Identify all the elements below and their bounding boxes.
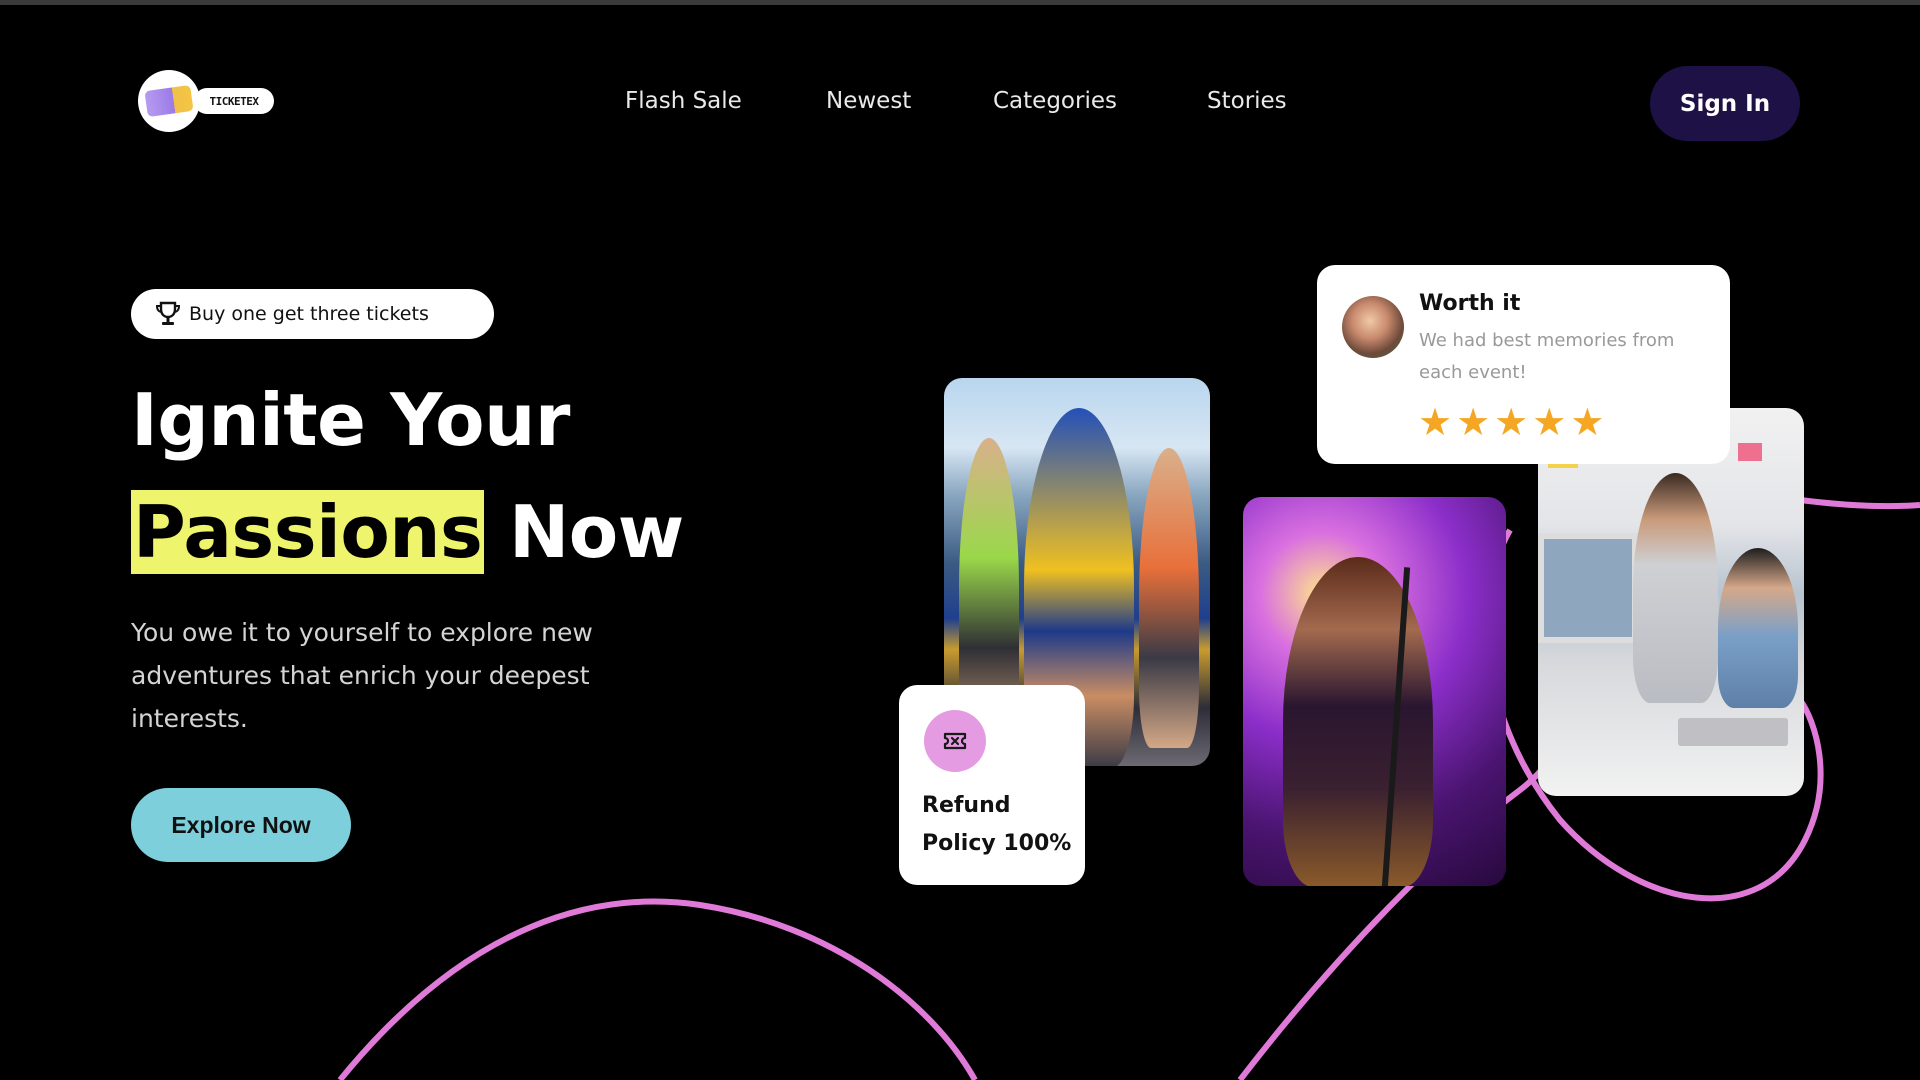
nav-categories[interactable]: Categories <box>993 88 1117 114</box>
explore-now-button[interactable]: Explore Now <box>131 788 351 862</box>
hero-description: You owe it to yourself to explore new ad… <box>131 618 593 733</box>
refund-policy-card: Refund Policy 100% <box>899 685 1085 885</box>
refund-line-2: Policy 100% <box>922 831 1072 856</box>
star-icon: ★ <box>1456 400 1491 444</box>
refund-text: Refund Policy 100% <box>922 787 1071 863</box>
star-icon: ★ <box>1532 400 1567 444</box>
star-rating: ★ ★ ★ ★ ★ <box>1418 403 1604 441</box>
refund-ticket-icon <box>924 710 986 772</box>
sign-in-button[interactable]: Sign In <box>1650 66 1800 141</box>
review-title: Worth it <box>1419 291 1521 316</box>
headline-line-1: Ignite Your <box>131 378 570 462</box>
top-border <box>0 0 1920 5</box>
concert-photo <box>1243 497 1506 886</box>
trophy-icon <box>155 301 181 325</box>
star-icon: ★ <box>1570 400 1605 444</box>
reviewer-avatar <box>1342 296 1404 358</box>
review-card: Worth it We had best memories from each … <box>1317 265 1730 464</box>
logo-text: TICKETEX <box>194 88 274 114</box>
star-icon: ★ <box>1418 400 1453 444</box>
promo-badge[interactable]: Buy one get three tickets <box>131 289 494 339</box>
office-meeting-photo <box>1538 408 1804 796</box>
headline-rest: Now <box>508 490 684 574</box>
headline-highlight: Passions <box>131 490 485 574</box>
star-icon: ★ <box>1494 400 1529 444</box>
nav-flash-sale[interactable]: Flash Sale <box>625 88 742 114</box>
nav-newest[interactable]: Newest <box>826 88 911 114</box>
nav-stories[interactable]: Stories <box>1207 88 1287 114</box>
review-text: We had best memories from each event! <box>1419 330 1675 383</box>
headline-line-2: Passions Now <box>131 490 684 574</box>
brand-logo[interactable]: TICKETEX <box>138 70 274 132</box>
refund-line-1: Refund <box>922 793 1011 818</box>
promo-text: Buy one get three tickets <box>189 303 429 325</box>
